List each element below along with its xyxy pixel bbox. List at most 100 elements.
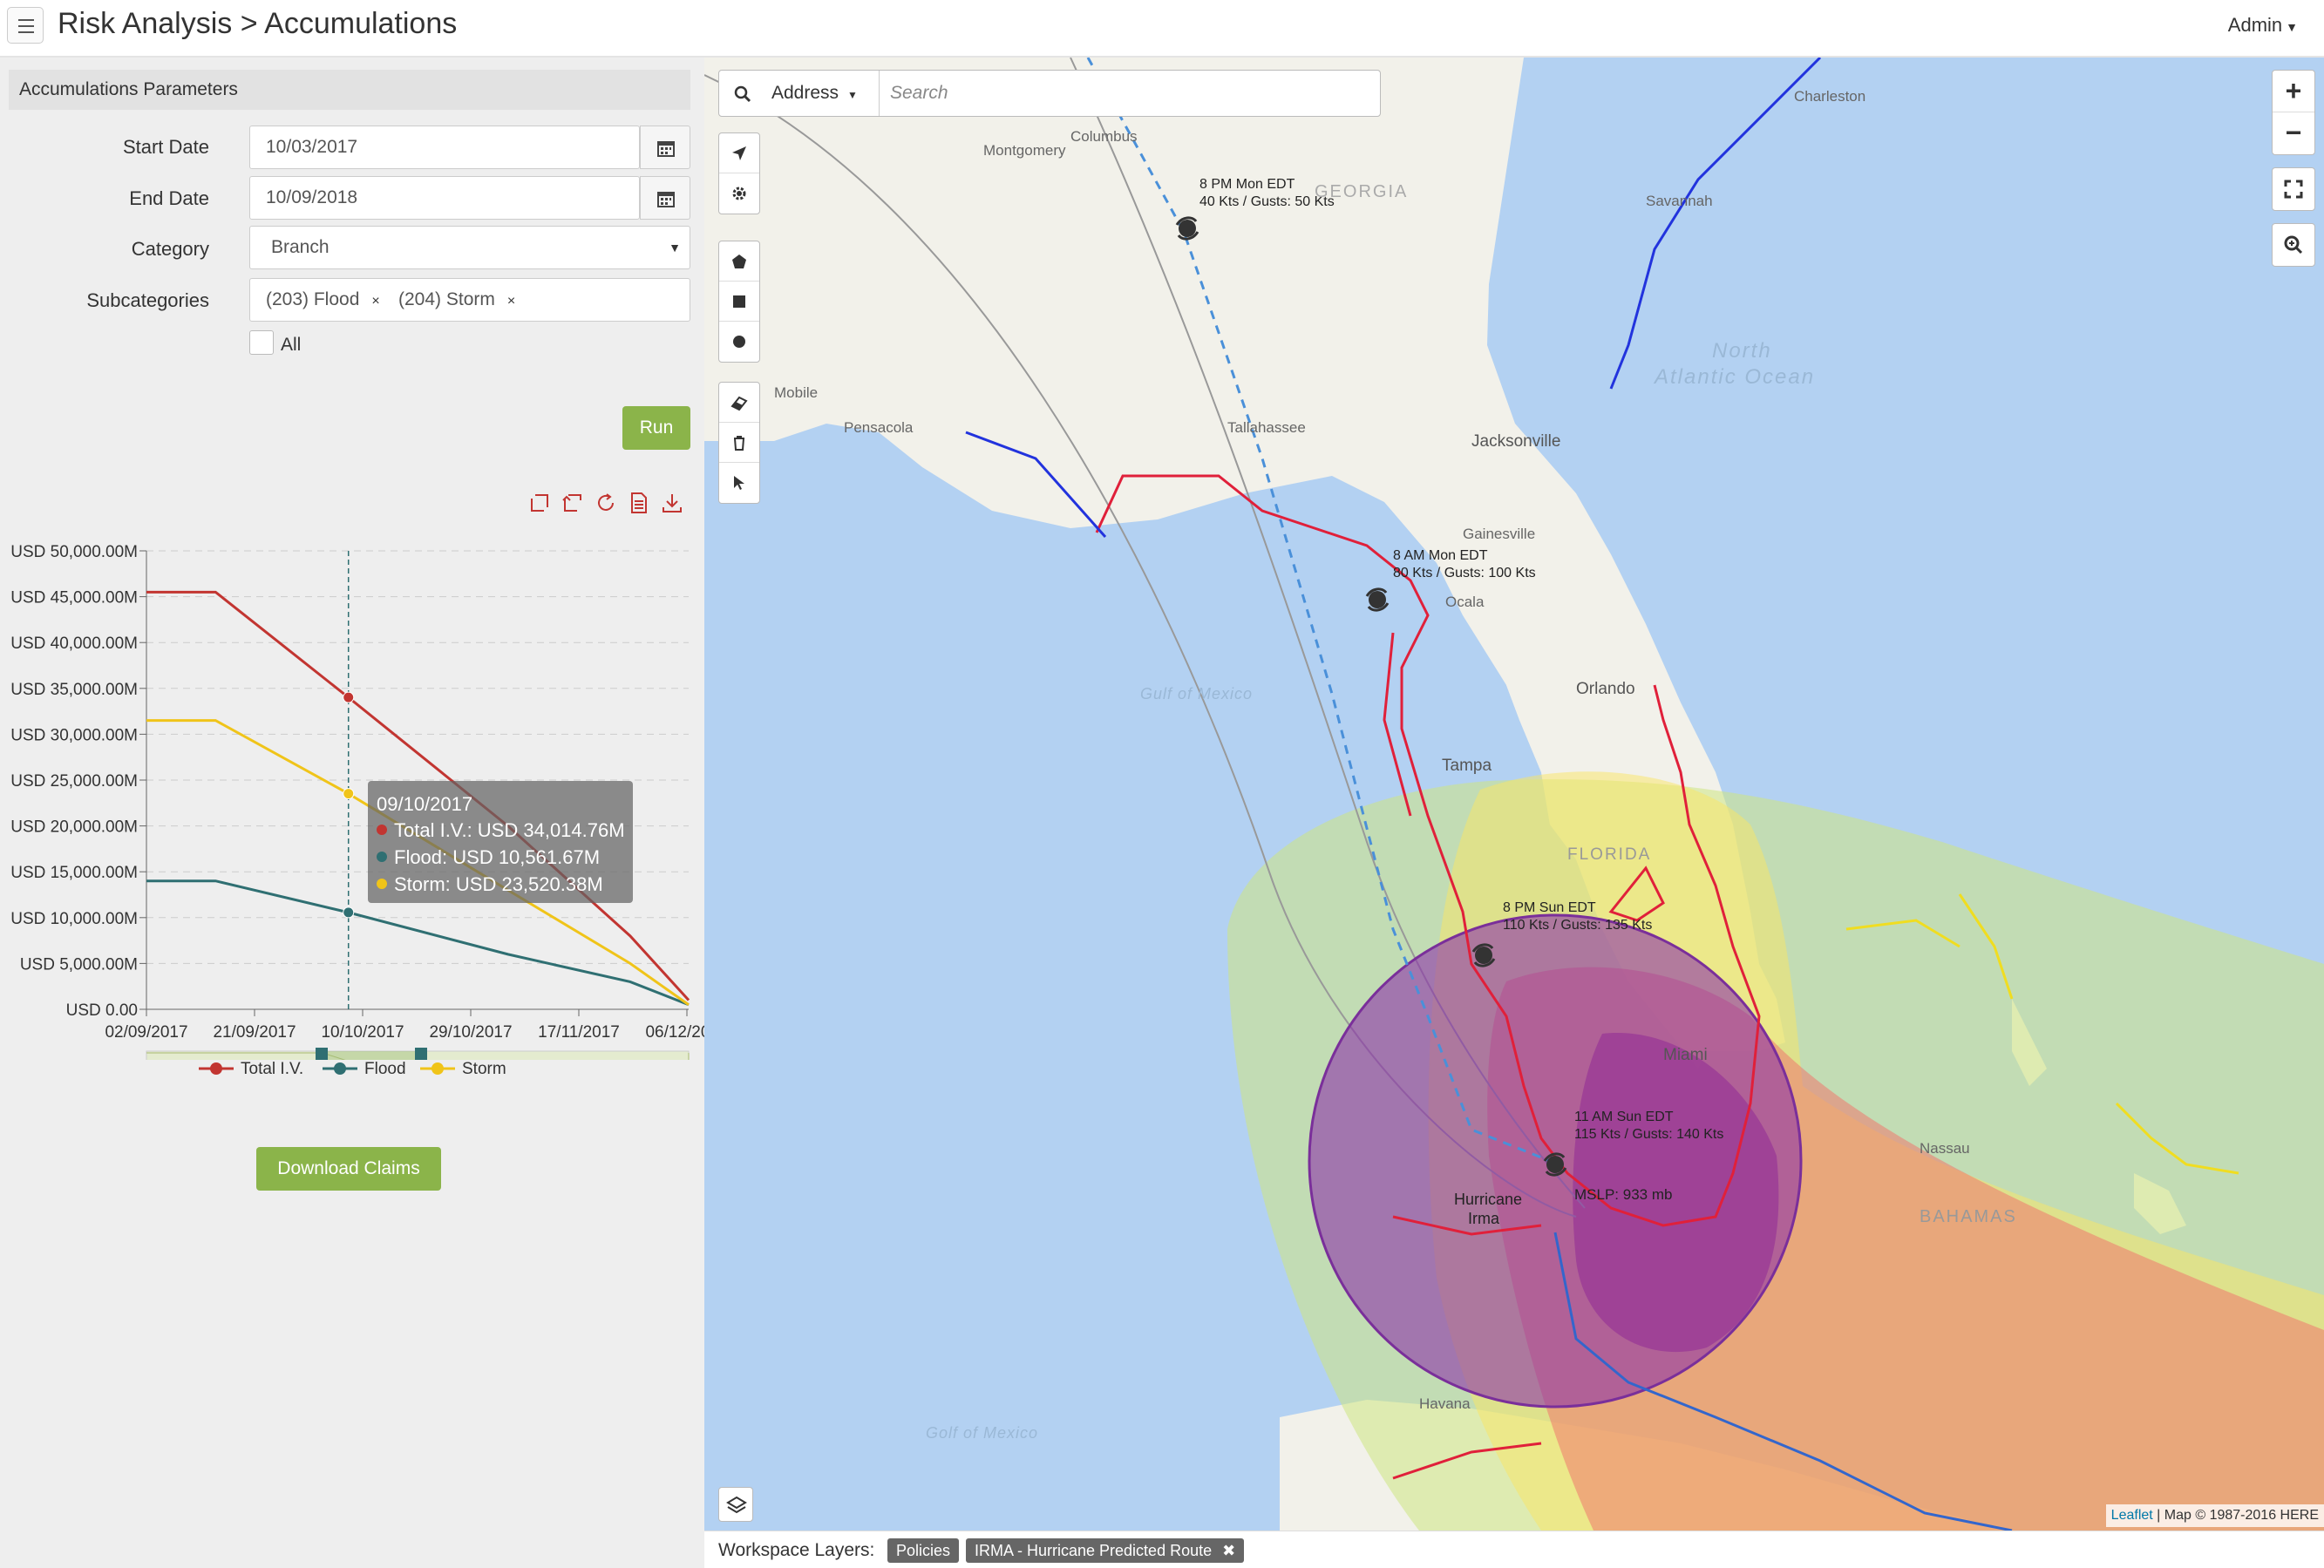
caret-down-icon: ▼ [2286,20,2298,34]
y-tick-label: USD 10,000.00M [10,910,138,928]
map-attribution: Leaflet | Map © 1987-2016 HERE [2105,1504,2324,1527]
layers-icon [726,1496,747,1514]
zoom-in-button[interactable]: + [2273,71,2314,112]
tooltip-date: 09/10/2017 [377,793,472,815]
zoom-icon[interactable] [528,492,554,518]
map-search-input[interactable] [890,78,1361,109]
workspace-layer-tag[interactable]: Policies [887,1538,960,1563]
place-label: Jacksonville [1471,432,1560,451]
map-locate-tools [718,132,760,214]
place-label: Savannah [1646,193,1713,209]
mslp-label: MSLP: 933 mb [1574,1186,1672,1203]
y-tick-label: USD 40,000.00M [10,635,138,653]
zoom-box-control [2272,223,2315,267]
hamburger-menu-button[interactable] [7,7,44,44]
legend-marker [323,1062,357,1075]
eraser-button[interactable] [719,383,759,423]
ocean-label: North [1712,339,1772,363]
start-date-calendar-button[interactable] [640,126,690,169]
category-value: Branch [271,237,330,257]
save-as-data-icon[interactable] [628,492,654,518]
zoom-search-icon [2284,235,2303,255]
remove-tag-icon[interactable]: × [507,294,515,309]
subcategory-tag: (203) Flood × [262,287,384,313]
all-label: All [281,335,302,355]
save-as-image-icon[interactable] [661,492,687,518]
draw-polygon-button[interactable] [719,241,759,282]
end-date-calendar-button[interactable] [640,176,690,220]
search-icon[interactable] [733,85,752,104]
place-label: Tallahassee [1227,419,1306,436]
tooltip-line-storm: Storm: USD 23,520.38M [394,873,603,895]
data-zoom-slider[interactable] [146,1048,690,1060]
settings-icon [732,187,746,200]
workspace-layers-bar: Workspace Layers: Policies IRMA - Hurric… [704,1531,2324,1568]
storm-label: 8 PM Sun EDT [1503,900,1596,915]
tooltip-dot-storm [377,879,387,889]
place-label: Nassau [1920,1140,1970,1157]
restore-icon[interactable] [595,492,621,518]
data-zoom-window [328,1051,415,1060]
x-tick-label: 02/09/2017 [105,1023,187,1042]
storm-name-label: Irma [1468,1210,1500,1227]
run-button[interactable]: Run [622,406,690,450]
hamburger-icon-line [18,31,34,33]
draw-circle-button[interactable] [719,322,759,362]
workspace-layer-tag[interactable]: IRMA - Hurricane Predicted Route ✖ [966,1538,1245,1563]
settings-button[interactable] [719,173,759,214]
tooltip-dot-total [377,825,387,835]
map-canvas[interactable]: 8 PM Mon EDT 40 Kts / Gusts: 50 Kts 8 AM… [704,58,2324,1531]
zoom-box-button[interactable] [2273,224,2314,266]
download-claims-button[interactable]: Download Claims [256,1147,441,1191]
all-checkbox[interactable] [249,330,274,355]
fullscreen-button[interactable] [2273,168,2314,210]
remove-tag-icon[interactable]: × [371,294,379,309]
x-tick-label: 06/12/2017 [645,1023,704,1042]
tooltip-dot-flood [377,852,387,862]
place-label: Columbus [1070,128,1138,145]
place-label: Montgomery [983,142,1066,159]
start-date-field[interactable]: 10/03/2017 [249,126,640,169]
tooltip-line-flood: Flood: USD 10,561.67M [394,846,600,868]
start-date-label: Start Date [122,136,209,158]
subcategory-tag: (204) Storm × [395,287,519,313]
layers-button[interactable] [718,1487,753,1522]
y-tick-label: USD 15,000.00M [10,864,138,882]
legend-marker [199,1062,234,1075]
storm-label: 8 PM Mon EDT [1199,177,1295,192]
y-tick-label: USD 35,000.00M [10,681,138,699]
x-tick-label: 29/10/2017 [429,1023,512,1042]
place-label: Miami [1663,1046,1708,1064]
zoom-out-button[interactable]: − [2273,112,2314,154]
ocean-label: Gulf of Mexico [1140,685,1253,703]
place-label: Mobile [774,384,818,401]
legend-label: Storm [462,1060,506,1078]
remove-layer-icon[interactable]: ✖ [1222,1542,1235,1559]
y-tick-label: USD 30,000.00M [10,726,138,744]
zoom-reset-icon[interactable] [561,492,588,518]
storm-label: 8 AM Mon EDT [1393,548,1488,563]
accumulations-chart[interactable]: USD 50,000.00M USD 45,000.00M USD 40,000.0… [0,519,704,1060]
fullscreen-icon [2284,180,2303,199]
end-date-field[interactable]: 10/09/2018 [249,176,640,220]
map-view[interactable]: 8 PM Mon EDT 40 Kts / Gusts: 50 Kts 8 AM… [704,58,2324,1531]
delete-button[interactable] [719,423,759,463]
y-tick-label: USD 50,000.00M [10,543,138,561]
user-menu[interactable]: Admin ▼ [2228,14,2298,37]
search-mode-dropdown[interactable]: Address ▼ [764,71,880,116]
legend-label: Flood [364,1060,406,1078]
draw-rectangle-button[interactable] [719,282,759,322]
place-label: Ocala [1445,594,1485,610]
section-title: Accumulations Parameters [9,70,690,110]
place-label: Tampa [1442,757,1492,775]
category-select[interactable]: Branch ▼ [249,226,690,269]
series-highlight-point [343,788,355,800]
leaflet-link[interactable]: Leaflet [2111,1508,2153,1523]
subcategory-tag-label: (204) Storm [398,289,495,309]
storm-label: 115 Kts / Gusts: 140 Kts [1574,1127,1723,1142]
subcategories-multiselect[interactable]: (203) Flood × (204) Storm × [249,278,690,322]
subcategory-tag-label: (203) Flood [266,289,360,309]
hamburger-icon-line [18,25,34,27]
locate-button[interactable] [719,133,759,173]
select-button[interactable] [719,463,759,503]
